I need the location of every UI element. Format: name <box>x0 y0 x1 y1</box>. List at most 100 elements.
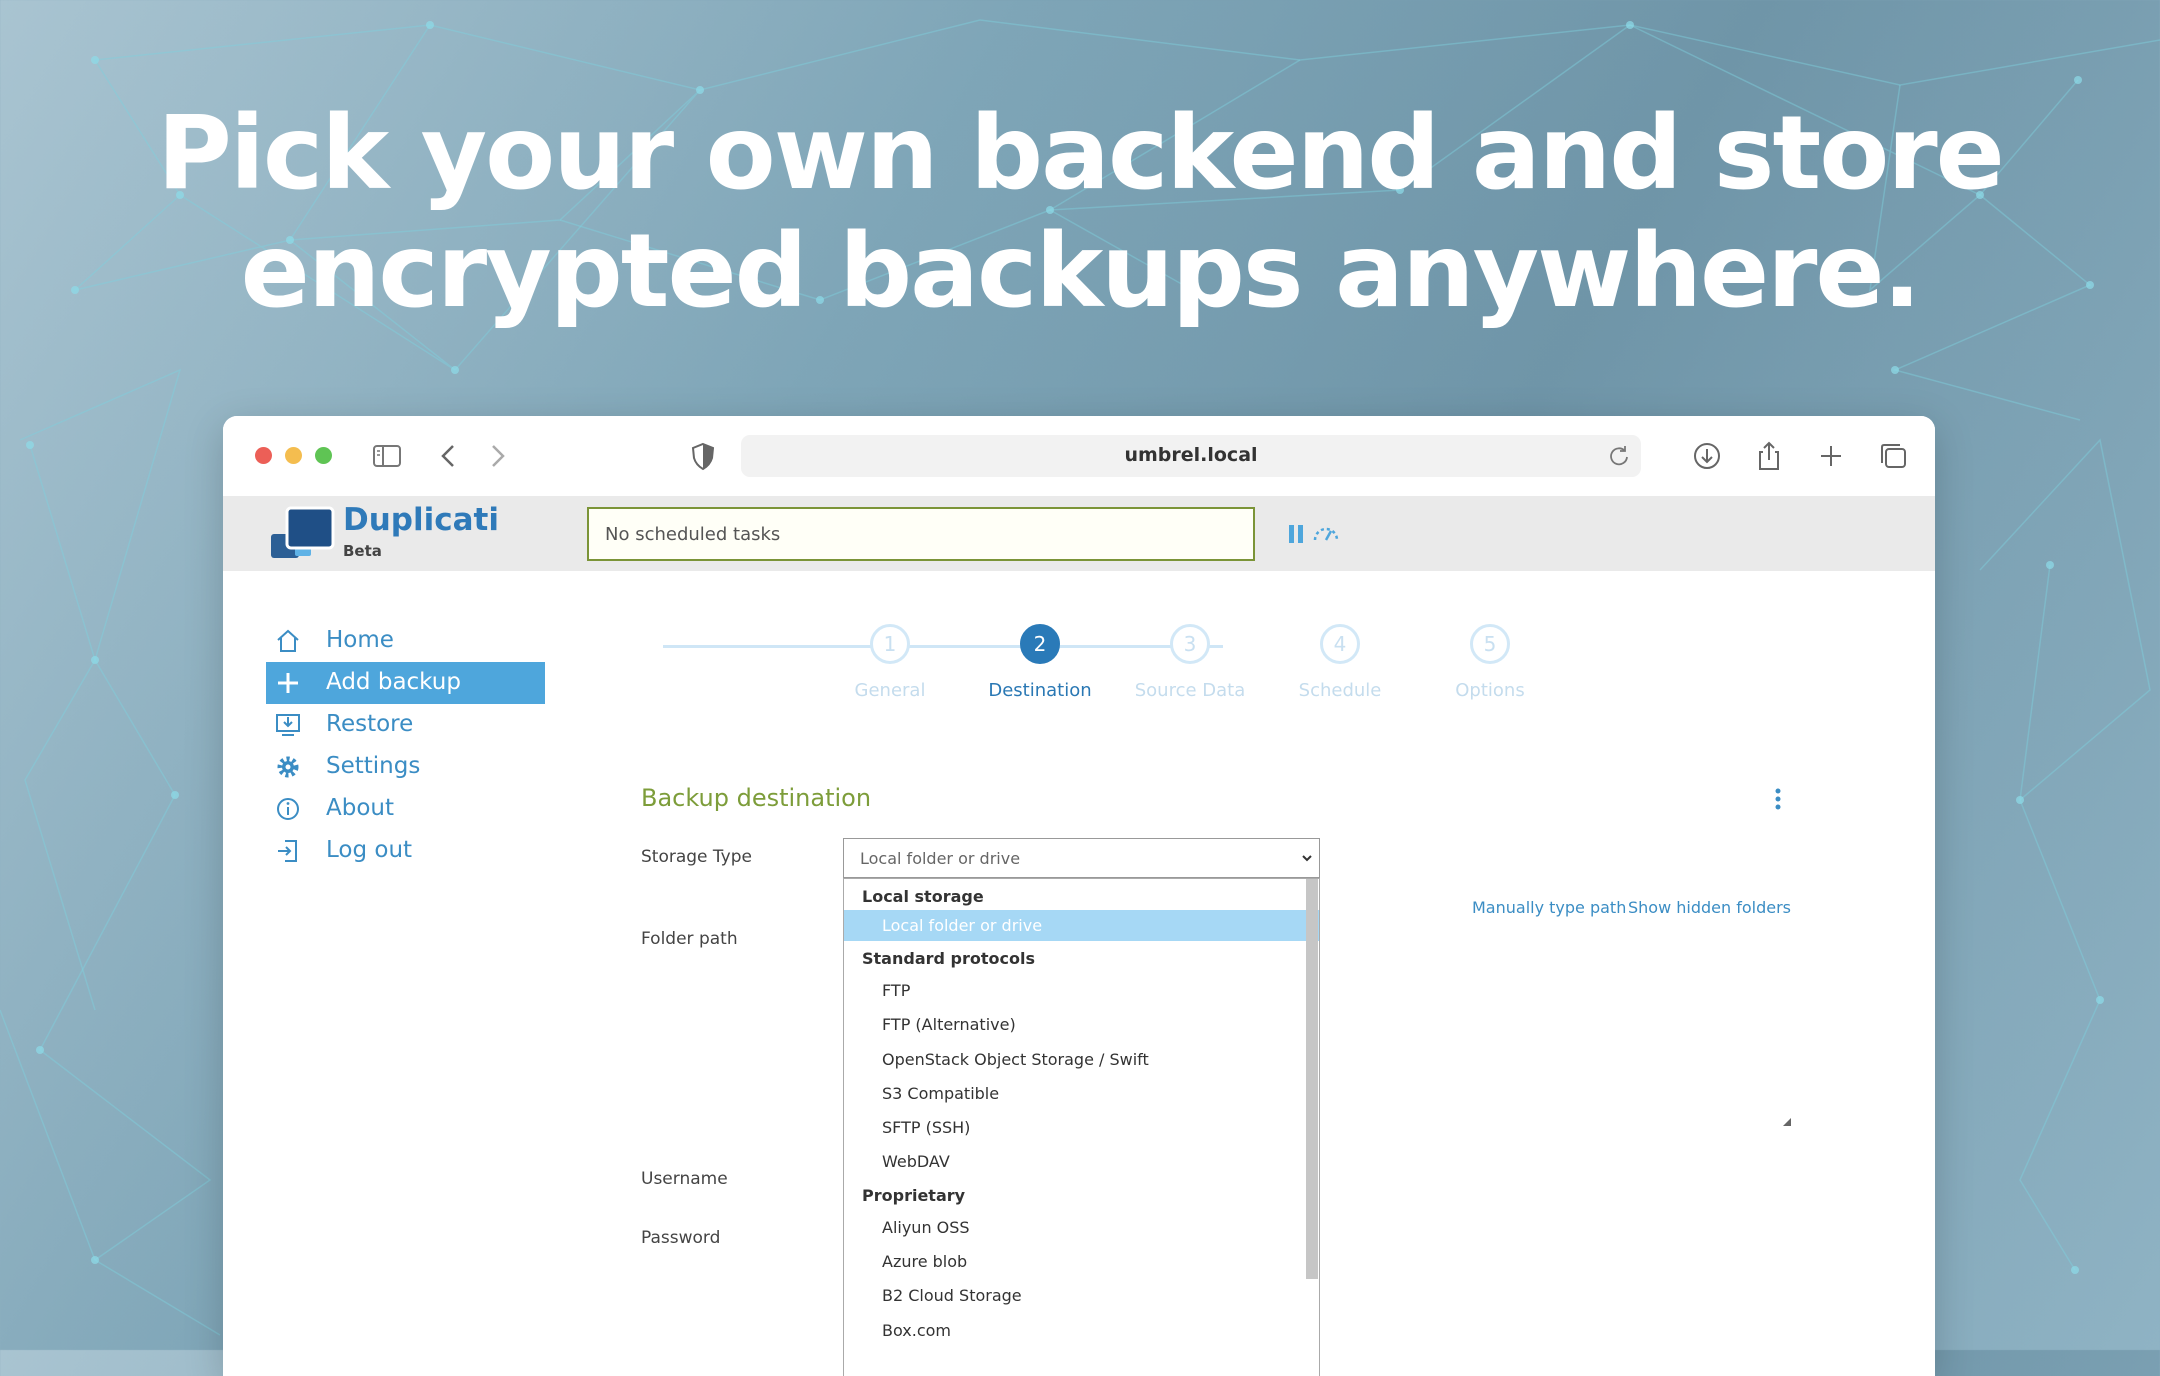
address-bar[interactable]: umbrel.local <box>741 435 1641 477</box>
option-label: FTP (Alternative) <box>882 1015 1016 1035</box>
dropdown-scrollbar[interactable] <box>1306 879 1318 1279</box>
gear-icon <box>277 756 299 778</box>
sidebar-item-label: Log out <box>326 837 413 863</box>
browser-toolbar: umbrel.local <box>223 416 1935 496</box>
username-label: Username <box>641 1169 728 1189</box>
back-icon[interactable] <box>431 438 467 474</box>
manual-path-link[interactable]: Manually type path <box>1472 898 1626 917</box>
sidebar-item-settings[interactable]: Settings <box>266 746 545 788</box>
option-label: S3 Compatible <box>882 1083 1000 1103</box>
option-label: Aliyun OSS <box>882 1217 970 1237</box>
restore-icon <box>276 714 300 736</box>
step-3-label[interactable]: Source Data <box>1120 680 1260 701</box>
folder-path-label: Folder path <box>641 929 738 949</box>
option-label: Azure blob <box>882 1252 968 1272</box>
more-options-icon[interactable] <box>1773 786 1783 812</box>
sidebar-item-label: Restore <box>326 711 414 737</box>
storage-type-value: Local folder or drive <box>860 849 1021 868</box>
option-group-proprietary: Proprietary <box>844 1178 1319 1209</box>
storage-type-label: Storage Type <box>641 847 752 867</box>
reload-icon[interactable] <box>1605 442 1633 470</box>
close-window-button[interactable] <box>255 447 272 464</box>
option-label: FTP <box>882 981 911 1000</box>
tab-overview-icon[interactable] <box>1875 438 1911 474</box>
option-ftp[interactable]: FTP <box>844 972 1319 1006</box>
option-group-label: Local storage <box>862 887 984 906</box>
share-icon[interactable] <box>1751 438 1787 474</box>
duplicati-logo-icon <box>271 506 335 558</box>
step-5-label[interactable]: Options <box>1420 680 1560 701</box>
storage-type-dropdown: Local storage Local folder or drive Stan… <box>843 878 1320 1376</box>
sidebar-item-label: Home <box>326 627 394 653</box>
option-label: Box.com <box>882 1320 951 1340</box>
home-icon <box>277 629 299 652</box>
step-5-circle[interactable]: 5 <box>1470 624 1510 664</box>
sidebar-item-about[interactable]: About <box>266 788 545 830</box>
headline: Pick your own backend and store encrypte… <box>0 95 2160 331</box>
step-4-circle[interactable]: 4 <box>1320 624 1360 664</box>
resize-grip-icon[interactable] <box>1781 1116 1791 1126</box>
logout-icon <box>278 840 297 862</box>
option-sftp[interactable]: SFTP (SSH) <box>844 1109 1319 1143</box>
sidebar-toggle-icon[interactable] <box>369 438 405 474</box>
sidebar-item-label: Settings <box>326 753 421 779</box>
step-3-circle[interactable]: 3 <box>1170 624 1210 664</box>
zoom-window-button[interactable] <box>315 447 332 464</box>
task-status-box: No scheduled tasks <box>587 507 1255 561</box>
option-label: Local folder or drive <box>882 916 1043 935</box>
section-title: Backup destination <box>641 784 872 812</box>
step-1-circle[interactable]: 1 <box>870 624 910 664</box>
sidebar-item-add-backup[interactable]: Add backup <box>266 662 545 704</box>
throttle-icon[interactable] <box>1311 520 1341 546</box>
headline-line-1: Pick your own backend and store <box>157 94 2005 213</box>
browser-window: umbrel.local Duplicati Beta No scheduled… <box>223 416 1935 1376</box>
sidebar-item-restore[interactable]: Restore <box>266 704 545 746</box>
option-local-folder[interactable]: Local folder or drive <box>844 910 1319 941</box>
info-icon <box>277 798 299 820</box>
option-box[interactable]: Box.com <box>844 1312 1319 1346</box>
sidebar-item-home[interactable]: Home <box>266 620 545 662</box>
headline-line-2: encrypted backups anywhere. <box>240 212 1922 331</box>
option-label: B2 Cloud Storage <box>882 1286 1022 1306</box>
password-label: Password <box>641 1228 721 1248</box>
option-openstack[interactable]: OpenStack Object Storage / Swift <box>844 1041 1319 1075</box>
hidden-folders-link[interactable]: Show hidden folders <box>1628 898 1791 917</box>
new-tab-icon[interactable] <box>1813 438 1849 474</box>
task-status-text: No scheduled tasks <box>605 524 781 545</box>
option-group-standard: Standard protocols <box>844 941 1319 972</box>
sidebar-item-label: About <box>326 795 395 821</box>
app-header: Duplicati Beta No scheduled tasks <box>223 496 1935 571</box>
brand-name: Duplicati <box>343 502 499 538</box>
step-4-label[interactable]: Schedule <box>1270 680 1410 701</box>
option-group-label: Standard protocols <box>862 949 1035 968</box>
wizard-steps: 1 2 3 4 5 General Destination Source Dat… <box>623 624 1525 714</box>
option-b2[interactable]: B2 Cloud Storage <box>844 1277 1319 1311</box>
step-2-circle[interactable]: 2 <box>1020 624 1060 664</box>
sidebar-item-label: Add backup <box>326 669 461 695</box>
privacy-shield-icon[interactable] <box>685 438 721 474</box>
minimize-window-button[interactable] <box>285 447 302 464</box>
storage-type-select[interactable]: Local folder or drive <box>843 838 1320 878</box>
option-label: SFTP (SSH) <box>882 1118 971 1138</box>
steps-connector <box>663 645 1223 648</box>
step-2-label[interactable]: Destination <box>970 680 1110 701</box>
sidebar-item-logout[interactable]: Log out <box>266 830 545 872</box>
option-group-local: Local storage <box>844 879 1319 910</box>
plus-icon <box>278 673 298 693</box>
option-label: WebDAV <box>882 1152 950 1172</box>
downloads-icon[interactable] <box>1689 438 1725 474</box>
option-label: OpenStack Object Storage / Swift <box>882 1049 1149 1069</box>
sidebar-nav: Home Add backup Restore Settings About L… <box>266 620 546 872</box>
step-1-label[interactable]: General <box>820 680 960 701</box>
pause-icon[interactable] <box>1286 522 1306 546</box>
url-text: umbrel.local <box>1124 444 1258 466</box>
option-ftp-alternative[interactable]: FTP (Alternative) <box>844 1006 1319 1040</box>
option-s3[interactable]: S3 Compatible <box>844 1075 1319 1109</box>
option-webdav[interactable]: WebDAV <box>844 1143 1319 1177</box>
option-aliyun[interactable]: Aliyun OSS <box>844 1209 1319 1243</box>
forward-icon[interactable] <box>479 438 515 474</box>
brand-subtitle: Beta <box>343 542 382 560</box>
option-azure[interactable]: Azure blob <box>844 1243 1319 1277</box>
option-group-label: Proprietary <box>862 1185 966 1205</box>
chevron-down-icon <box>1302 855 1312 862</box>
